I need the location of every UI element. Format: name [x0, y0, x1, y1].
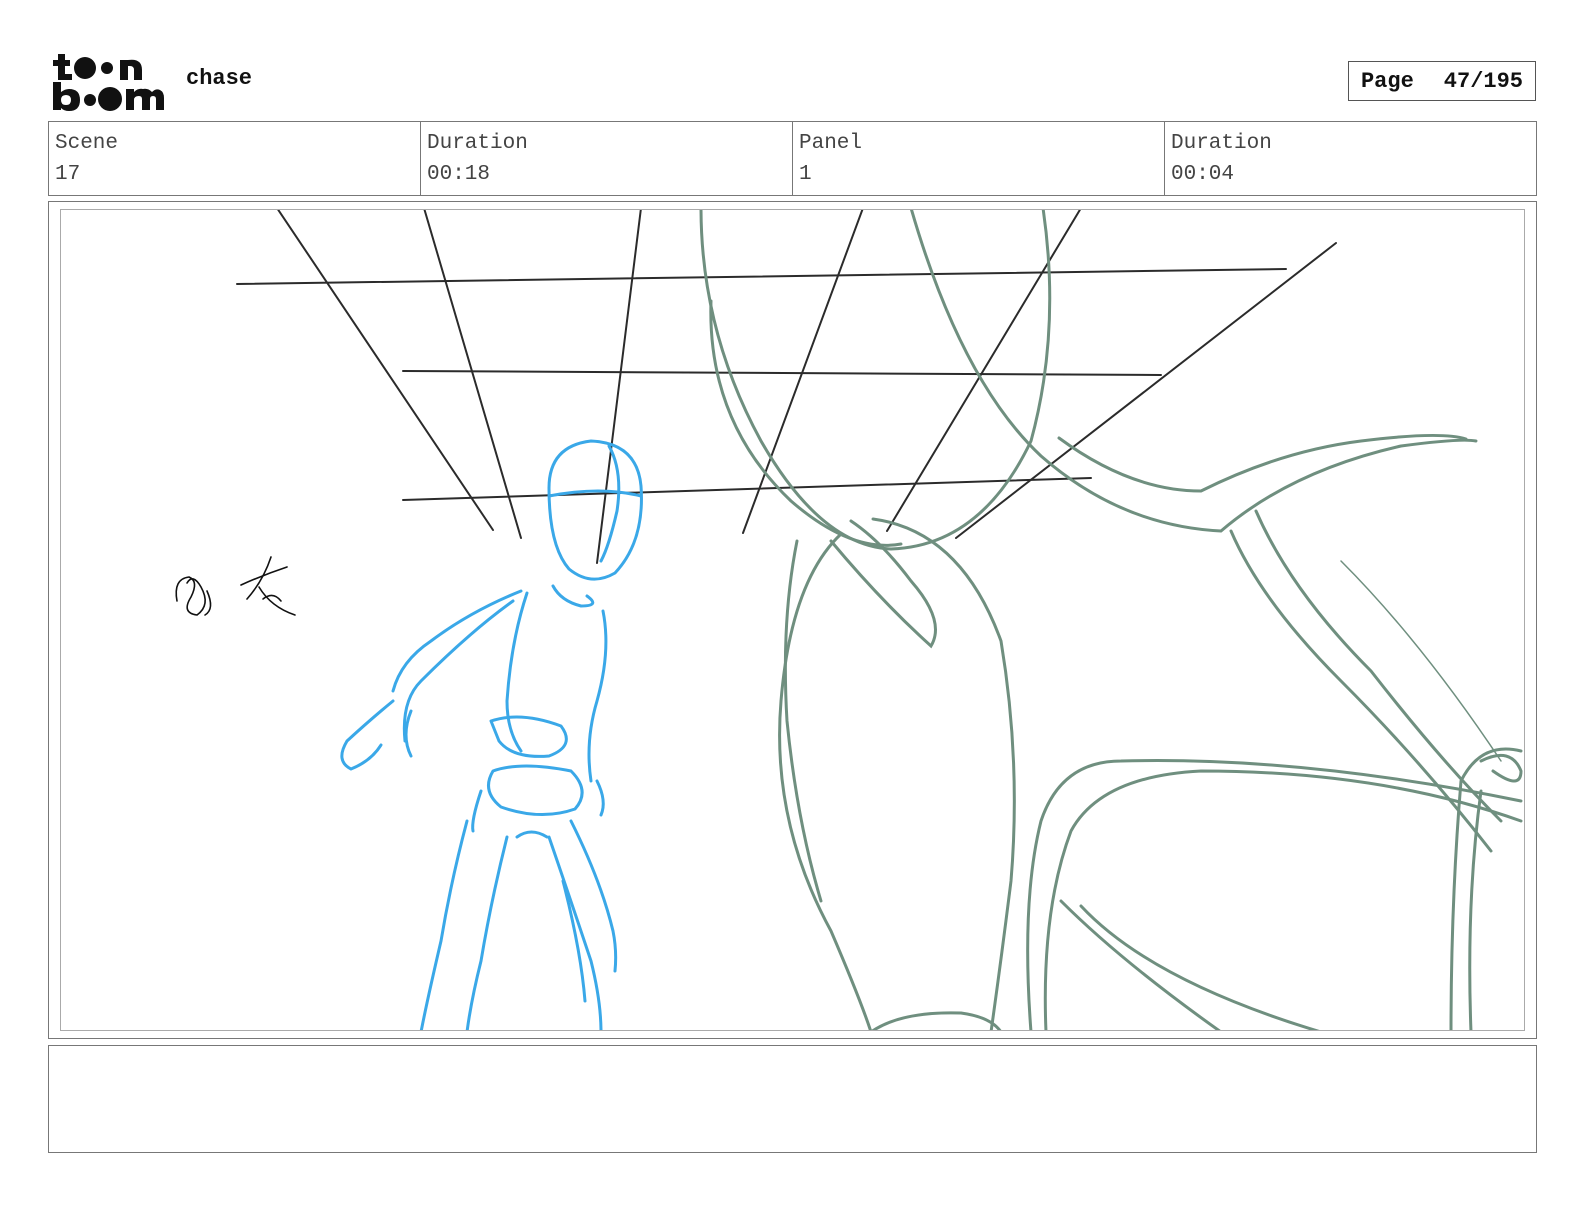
perspective-lines	[236, 210, 1337, 564]
project-title: chase	[186, 66, 253, 91]
scene-duration-cell: Duration 00:18	[421, 122, 793, 195]
panel-duration-label: Duration	[1171, 132, 1272, 155]
panel-value: 1	[799, 163, 812, 186]
page-number: 47/195	[1443, 68, 1524, 94]
scene-duration-value: 00:18	[427, 163, 491, 186]
scene-info-row: Scene 17 Duration 00:18 Panel 1 Duration…	[48, 121, 1537, 196]
panel-cell: Panel 1	[793, 122, 1165, 195]
panel-duration-cell: Duration 00:04	[1165, 122, 1536, 195]
panel-label: Panel	[799, 132, 863, 155]
scene-label: Scene	[55, 132, 119, 155]
scene-cell: Scene 17	[49, 122, 421, 195]
panel-duration-value: 00:04	[1171, 163, 1235, 186]
creature-sketch	[699, 210, 1523, 1030]
toon-boom-logo	[53, 54, 164, 111]
scene-duration-label: Duration	[427, 132, 528, 155]
page-indicator: Page 47/195	[1348, 61, 1536, 101]
panel-drawing-area	[60, 209, 1525, 1031]
page-label: Page	[1360, 68, 1414, 94]
storyboard-sketch	[175, 210, 1523, 1030]
action-notes-box	[48, 1045, 1537, 1153]
scribble-notes	[175, 556, 296, 616]
scene-value: 17	[55, 163, 81, 186]
